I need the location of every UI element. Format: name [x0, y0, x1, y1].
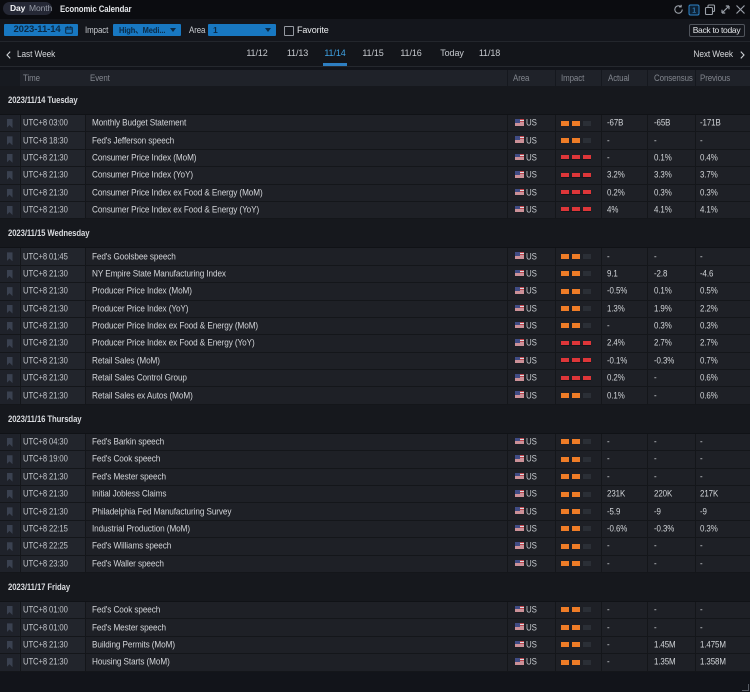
svg-text:1: 1 — [692, 5, 696, 14]
